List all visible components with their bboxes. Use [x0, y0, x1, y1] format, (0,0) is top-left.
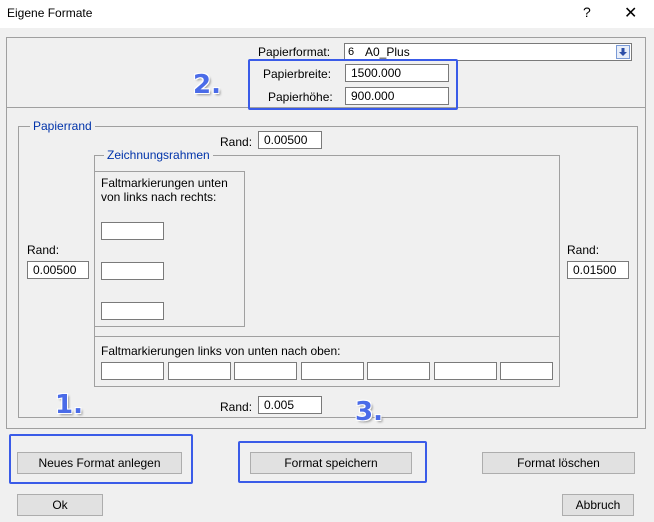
- fold-bottom-input-3[interactable]: [101, 302, 164, 320]
- papierformat-number: 6: [348, 46, 355, 58]
- title-bar: [0, 0, 654, 28]
- ok-button[interactable]: Ok: [17, 494, 103, 516]
- papierrand-legend: Papierrand: [30, 119, 95, 133]
- fold-left-input-6[interactable]: [434, 362, 497, 380]
- cancel-button[interactable]: Abbruch: [562, 494, 634, 516]
- annotation-step-1: 1.: [55, 390, 83, 420]
- papierhoehe-label: Papierhöhe:: [268, 90, 333, 104]
- fold-left-input-2[interactable]: [168, 362, 231, 380]
- window-title: Eigene Formate: [7, 6, 93, 20]
- papierbreite-label: Papierbreite:: [263, 67, 332, 81]
- papierbreite-input[interactable]: 1500.000: [345, 64, 449, 82]
- fold-left-input-4[interactable]: [301, 362, 364, 380]
- delete-format-button[interactable]: Format löschen: [482, 452, 635, 474]
- fold-bottom-input-1[interactable]: [101, 222, 164, 240]
- rand-top-label: Rand:: [220, 135, 253, 149]
- annotation-step-3: 3.: [355, 397, 383, 427]
- rand-left-label: Rand:: [27, 243, 60, 257]
- fold-left-input-7[interactable]: [500, 362, 553, 380]
- dropdown-arrow-icon[interactable]: [616, 45, 630, 59]
- fold-row-separator: [94, 336, 560, 337]
- fold-left-right-label-2: von links nach rechts:: [101, 190, 217, 204]
- new-format-button[interactable]: Neues Format anlegen: [17, 452, 182, 474]
- rand-right-label: Rand:: [567, 243, 600, 257]
- zeichnungsrahmen-legend: Zeichnungsrahmen: [104, 148, 213, 162]
- fold-left-right-label-1: Faltmarkierungen unten: [101, 176, 228, 190]
- fold-left-input-3[interactable]: [234, 362, 297, 380]
- help-button[interactable]: ?: [583, 4, 591, 20]
- papierformat-value: A0_Plus: [365, 45, 410, 59]
- fold-bottom-input-2[interactable]: [101, 262, 164, 280]
- papierformat-label: Papierformat:: [258, 45, 331, 59]
- rand-right-input[interactable]: 0.01500: [567, 261, 629, 279]
- save-format-button[interactable]: Format speichern: [250, 452, 412, 474]
- papierhoehe-input[interactable]: 900.000: [345, 87, 449, 105]
- rand-left-input[interactable]: 0.00500: [27, 261, 89, 279]
- annotation-step-2: 2.: [193, 70, 221, 100]
- rand-bottom-input[interactable]: 0.005: [258, 396, 322, 414]
- rand-bottom-label: Rand:: [220, 400, 253, 414]
- fold-bottom-top-label: Faltmarkierungen links von unten nach ob…: [101, 344, 341, 358]
- fold-left-input-5[interactable]: [367, 362, 430, 380]
- rand-top-input[interactable]: 0.00500: [258, 131, 322, 149]
- close-icon[interactable]: ✕: [624, 3, 637, 23]
- fold-left-input-1[interactable]: [101, 362, 164, 380]
